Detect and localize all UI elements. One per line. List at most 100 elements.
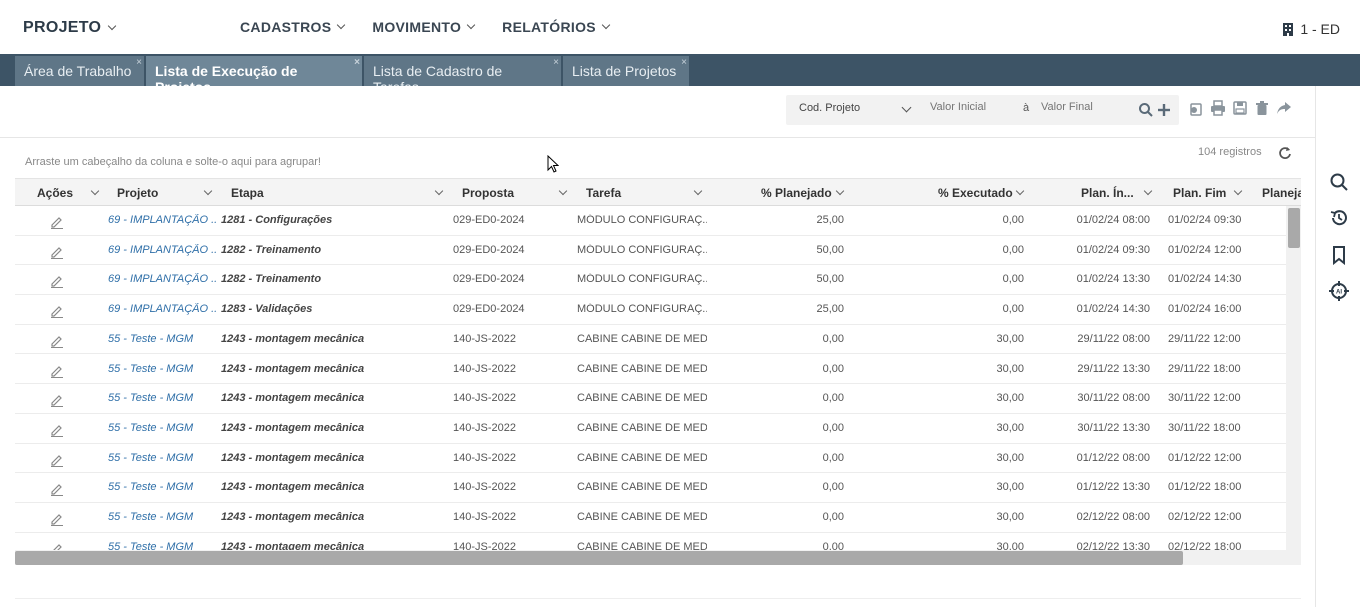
table-row[interactable]: 69 - IMPLANTAÇÃO ... 1282 - Treinamento 02…	[15, 265, 1286, 296]
table-row[interactable]: 55 - Teste - MGM 1243 - montagem mecânica…	[15, 324, 1286, 355]
scroll-thumb[interactable]	[15, 551, 1183, 565]
table-row[interactable]: 55 - Teste - MGM 1243 - montagem mecânica…	[15, 503, 1286, 533]
menu-cadastros[interactable]: CADASTROS	[240, 19, 346, 35]
svg-text:AI: AI	[1336, 290, 1342, 296]
edit-icon[interactable]	[50, 215, 64, 229]
cell-projeto[interactable]: 69 - IMPLANTAÇÃO ...	[108, 303, 216, 315]
column-header-executado[interactable]: % Executado	[938, 186, 1013, 200]
share-icon[interactable]	[1276, 100, 1292, 116]
edit-icon[interactable]	[50, 274, 64, 289]
edit-icon[interactable]	[50, 304, 64, 319]
column-header-planejado-extra[interactable]: Planejad	[1262, 186, 1301, 200]
cell-projeto[interactable]: 55 - Teste - MGM	[108, 333, 216, 345]
tab-area-de-trabalho[interactable]: Área de Trabalho ×	[15, 56, 144, 86]
edit-icon[interactable]	[50, 453, 64, 467]
chevron-down-icon[interactable]	[1015, 186, 1025, 196]
cell-projeto[interactable]: 55 - Teste - MGM	[108, 481, 216, 493]
cell-projeto[interactable]: 55 - Teste - MGM	[108, 541, 216, 550]
edit-icon[interactable]	[50, 482, 64, 497]
ai-target-icon[interactable]: AI	[1329, 281, 1349, 301]
chevron-down-icon[interactable]	[90, 186, 100, 196]
column-header-plan-fim[interactable]: Plan. Fim	[1173, 186, 1226, 200]
table-row[interactable]: 55 - Teste - MGM 1243 - montagem mecânica…	[15, 413, 1286, 444]
vertical-scrollbar[interactable]	[1286, 206, 1301, 550]
tab-label: Área de Trabalho	[24, 63, 132, 79]
column-header-planejado[interactable]: % Planejado	[761, 186, 832, 200]
content-area: Cod. Projeto à Arraste um cabeçalho da c…	[0, 86, 1315, 607]
cell-projeto[interactable]: 69 - IMPLANTAÇÃO ...	[108, 244, 216, 256]
filter-field-select[interactable]: Cod. Projeto	[799, 102, 860, 114]
filter-start-input[interactable]	[930, 101, 1010, 113]
edit-icon[interactable]	[50, 364, 64, 378]
chevron-down-icon[interactable]	[1143, 186, 1153, 196]
chevron-down-icon[interactable]	[203, 186, 213, 196]
cell-executado: 0,00	[1002, 214, 1024, 226]
chevron-down-icon[interactable]	[434, 186, 444, 196]
edit-icon[interactable]	[50, 334, 64, 348]
tab-lista-cadastro-tarefas[interactable]: Lista de Cadastro de Tarefas×	[364, 56, 561, 95]
plus-icon[interactable]	[1156, 102, 1172, 118]
bookmark-icon[interactable]	[1329, 245, 1349, 265]
company-selector[interactable]: 1 - ED	[1282, 21, 1340, 37]
chevron-down-icon[interactable]	[901, 102, 912, 113]
search-icon[interactable]	[1138, 102, 1154, 118]
cell-executado: 30,00	[996, 511, 1024, 523]
horizontal-scrollbar[interactable]	[15, 550, 1301, 565]
filter-end-input[interactable]	[1041, 101, 1121, 113]
chevron-down-icon[interactable]	[558, 186, 568, 196]
edit-icon[interactable]	[50, 542, 64, 550]
column-header-acoes[interactable]: Ações	[37, 186, 73, 200]
close-icon[interactable]: ×	[136, 57, 142, 68]
cell-projeto[interactable]: 69 - IMPLANTAÇÃO ...	[108, 214, 216, 226]
module-menu[interactable]: PROJETO	[23, 19, 117, 37]
tab-lista-projetos[interactable]: Lista de Projetos ×	[563, 56, 689, 86]
column-header-etapa[interactable]: Etapa	[231, 186, 264, 200]
edit-icon[interactable]	[50, 423, 64, 437]
close-icon[interactable]: ×	[354, 57, 360, 68]
cell-planejado: 0,00	[822, 481, 844, 494]
cell-projeto[interactable]: 55 - Teste - MGM	[108, 452, 216, 464]
table-row[interactable]: 55 - Teste - MGM 1243 - montagem mecânica…	[15, 443, 1286, 474]
cell-plan-fim: 29/11/22 12:00	[1168, 332, 1241, 345]
cell-projeto[interactable]: 55 - Teste - MGM	[108, 422, 216, 434]
table-row[interactable]: 69 - IMPLANTAÇÃO ... 1282 - Treinamento 02…	[15, 235, 1286, 266]
close-icon[interactable]: ×	[681, 57, 687, 68]
edit-icon[interactable]	[50, 393, 64, 408]
edit-icon[interactable]	[50, 245, 64, 259]
table-row[interactable]: 55 - Teste - MGM 1243 - montagem mecânica…	[15, 532, 1286, 550]
table-row[interactable]: 69 - IMPLANTAÇÃO ... 1281 - Configurações…	[15, 206, 1286, 236]
cell-proposta: 029-ED0-2024	[453, 273, 525, 286]
chevron-down-icon[interactable]	[835, 186, 845, 196]
scroll-thumb[interactable]	[1288, 208, 1300, 248]
table-row[interactable]: 55 - Teste - MGM 1243 - montagem mecânica…	[15, 354, 1286, 385]
column-header-projeto[interactable]: Projeto	[117, 186, 158, 200]
cell-projeto[interactable]: 69 - IMPLANTAÇÃO ...	[108, 273, 216, 285]
cell-projeto[interactable]: 55 - Teste - MGM	[108, 511, 216, 523]
export-icon[interactable]	[1188, 100, 1204, 116]
history-icon[interactable]	[1329, 208, 1349, 228]
menu-relatorios[interactable]: RELATÓRIOS	[502, 19, 611, 35]
chevron-down-icon[interactable]	[1233, 186, 1243, 196]
column-header-tarefa[interactable]: Tarefa	[586, 186, 621, 200]
close-icon[interactable]: ×	[553, 57, 559, 68]
cell-planejado: 0,00	[822, 362, 844, 375]
column-header-plan-inicio[interactable]: Plan. Ín...	[1081, 186, 1134, 200]
table-row[interactable]: 69 - IMPLANTAÇÃO ... 1283 - Validações 029…	[15, 295, 1286, 325]
refresh-icon[interactable]	[1278, 146, 1292, 160]
search-icon[interactable]	[1329, 172, 1349, 192]
group-drop-hint[interactable]: Arraste um cabeçalho da coluna e solte-o…	[25, 156, 321, 168]
menu-movimento[interactable]: MOVIMENTO	[372, 19, 476, 35]
edit-icon[interactable]	[50, 512, 64, 526]
save-icon[interactable]	[1232, 100, 1248, 116]
cell-plan-fim: 01/12/22 18:00	[1168, 481, 1242, 494]
cell-etapa: 1243 - montagem mecânica	[221, 392, 365, 405]
cell-projeto[interactable]: 55 - Teste - MGM	[108, 363, 216, 375]
cell-projeto[interactable]: 55 - Teste - MGM	[108, 392, 216, 404]
table-row[interactable]: 55 - Teste - MGM 1243 - montagem mecânica…	[15, 384, 1286, 414]
trash-icon[interactable]	[1254, 100, 1270, 116]
chevron-down-icon[interactable]	[693, 186, 703, 196]
print-icon[interactable]	[1210, 100, 1226, 116]
table-row[interactable]: 55 - Teste - MGM 1243 - montagem mecânica…	[15, 473, 1286, 503]
column-header-proposta[interactable]: Proposta	[462, 186, 514, 200]
tab-lista-execucao-projetos[interactable]: Lista de Execução de Projetos×	[146, 56, 362, 95]
